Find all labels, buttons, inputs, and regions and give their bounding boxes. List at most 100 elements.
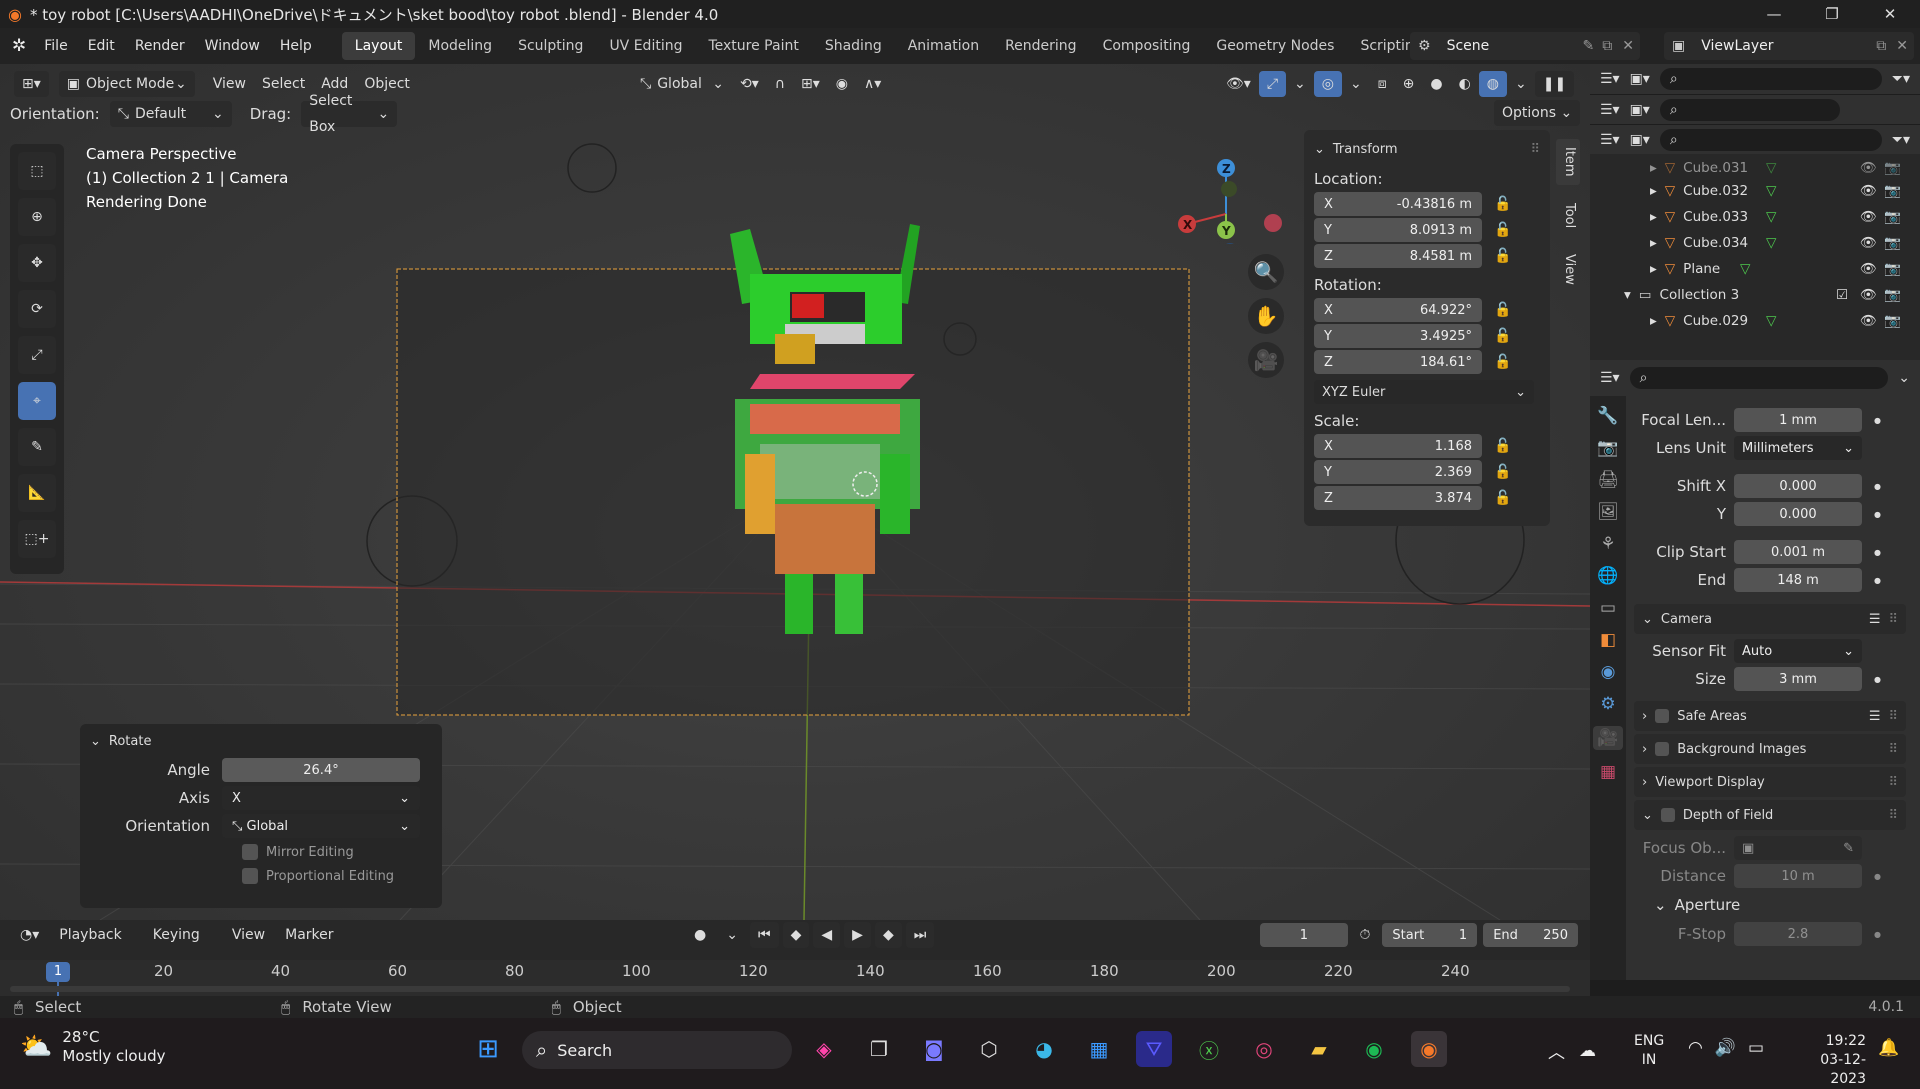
add-cube-tool-icon[interactable]: ⬚+ [18, 520, 56, 558]
falloff-icon[interactable]: ∧▾ [856, 71, 889, 97]
keyframe-dot-icon[interactable]: ● [1874, 482, 1881, 491]
view-layer-selector[interactable]: ▣ ViewLayer ⧉ ✕ [1664, 32, 1914, 60]
file-explorer-icon[interactable]: ▰ [1301, 1031, 1337, 1067]
current-frame-field[interactable]: 1 [1260, 923, 1348, 947]
shading-dropdown-icon[interactable]: ⌄ [1507, 71, 1535, 97]
view-layer-tab-icon[interactable]: 🖼 [1597, 502, 1619, 522]
spotify-icon[interactable]: ◉ [1356, 1031, 1392, 1067]
overlays-toggle-icon[interactable]: ◎ [1313, 71, 1342, 97]
keyframe-dot-icon[interactable]: ● [1874, 872, 1881, 881]
scale-z-field[interactable]: Z 3.874 [1314, 486, 1482, 510]
keyframe-dot-icon[interactable]: ● [1874, 548, 1881, 557]
physics-tab-icon[interactable]: ◉ [1601, 662, 1616, 682]
output-tab-icon[interactable]: 🖨 [1597, 470, 1619, 490]
proportional-editing-checkbox[interactable]: Proportional Editing [242, 868, 432, 884]
outliner-search-input[interactable]: ⌕ [1659, 68, 1882, 90]
instagram-icon[interactable]: ◎ [1246, 1031, 1282, 1067]
tab-sculpting[interactable]: Sculpting [505, 32, 596, 60]
rotation-mode-dropdown[interactable]: XYZ Euler ⌄ [1314, 380, 1534, 404]
object-tab-icon[interactable]: ◧ [1600, 630, 1616, 650]
next-keyframe-icon[interactable]: ◆ [874, 922, 902, 948]
checkbox-icon[interactable]: ☑ [1836, 287, 1848, 303]
focus-object-field[interactable]: ▣ ✎ [1734, 836, 1862, 860]
pivot-point-icon[interactable]: ⟲▾ [732, 71, 767, 97]
eye-icon[interactable]: 👁 [1860, 183, 1877, 199]
tab-geometry-nodes[interactable]: Geometry Nodes [1203, 32, 1347, 60]
location-z-field[interactable]: Z 8.4581 m [1314, 244, 1482, 268]
eye-icon[interactable]: 👁 [1860, 313, 1877, 329]
record-dropdown-icon[interactable]: ⌄ [718, 922, 746, 948]
outliner-item[interactable]: ▸ ▽ Cube.032 ▽ 👁 📷 [1590, 178, 1920, 204]
size-field[interactable]: 3 mm [1734, 667, 1862, 691]
taskbar-search-box[interactable]: ⌕ Search [522, 1031, 792, 1069]
rotation-y-field[interactable]: Y 3.4925° [1314, 324, 1482, 348]
texture-tab-icon[interactable]: ▦ [1600, 762, 1616, 782]
quick-settings[interactable]: ◠ 🔊 ▭ [1688, 1038, 1764, 1058]
sidebar-toggle-icon[interactable]: ❚❚ [1534, 71, 1575, 97]
lock-icon[interactable]: 🔓 [1494, 438, 1511, 454]
drag-handle-icon[interactable]: ⠿ [1888, 742, 1898, 757]
filter-icon[interactable]: ⏷▾ [1892, 132, 1910, 148]
zoom-icon[interactable]: 🔍 [1248, 254, 1284, 290]
expand-icon[interactable]: ▸ [1650, 183, 1657, 199]
drag-handle-icon[interactable]: ⠿ [1888, 808, 1898, 823]
tab-animation[interactable]: Animation [895, 32, 992, 60]
playhead[interactable]: 1 [46, 962, 70, 982]
lock-icon[interactable]: 🔓 [1494, 302, 1511, 318]
jump-end-icon[interactable]: ⏭ [905, 922, 935, 948]
scene-tab-icon[interactable]: ⚘ [1600, 534, 1615, 554]
shift-y-field[interactable]: 0.000 [1734, 502, 1862, 526]
stopwatch-icon[interactable]: ⏱ [1352, 922, 1379, 948]
camera-view-icon[interactable]: 🎥 [1248, 342, 1284, 378]
rotate-panel-header[interactable]: ⌄ Rotate [90, 730, 432, 752]
transform-orientation-dropdown[interactable]: ⤡ Global ⌄ [632, 71, 732, 97]
outliner-item[interactable]: ▸ ▽ Cube.033 ▽ 👁 📷 [1590, 204, 1920, 230]
viewport-menu-view[interactable]: View [205, 71, 254, 97]
cursor-tool-icon[interactable]: ⊕ [18, 198, 56, 236]
tab-texture-paint[interactable]: Texture Paint [695, 32, 811, 60]
edge-icon[interactable]: ◕ [1026, 1031, 1062, 1067]
start-frame-field[interactable]: Start 1 [1382, 923, 1478, 947]
rendered-shading-icon[interactable]: ◍ [1478, 71, 1507, 97]
viewport-menu-select[interactable]: Select [254, 71, 313, 97]
lock-icon[interactable]: 🔓 [1494, 464, 1511, 480]
proportional-edit-icon[interactable]: ◉ [828, 71, 856, 97]
language-indicator[interactable]: ENG IN [1634, 1032, 1664, 1070]
outliner-search-input[interactable]: ⌕ [1659, 128, 1882, 151]
timeline-scrollbar[interactable] [10, 986, 1570, 992]
move-tool-icon[interactable]: ✥ [18, 244, 56, 282]
tool-tab-icon[interactable]: 🔧 [1597, 406, 1618, 426]
display-mode-icon[interactable]: ▣▾ [1630, 132, 1650, 148]
camera-data-tab-icon[interactable]: 🎥 [1593, 726, 1623, 750]
visibility-eye-icon[interactable]: 👁▾ [1218, 71, 1259, 97]
editor-type-icon[interactable]: ☰▾ [1600, 370, 1620, 386]
navigation-gizmo[interactable]: Z X Y [1165, 144, 1285, 244]
material-shading-icon[interactable]: ◐ [1451, 71, 1479, 97]
angle-field[interactable]: 26.4° [222, 758, 420, 782]
drag-handle-icon[interactable]: ⠿ [1888, 709, 1898, 724]
list-icon[interactable]: ☰ [1869, 612, 1881, 627]
pin-icon[interactable]: ✎ [1579, 38, 1599, 54]
lock-icon[interactable]: 🔓 [1494, 354, 1511, 370]
lock-icon[interactable]: 🔓 [1494, 222, 1511, 238]
close-button[interactable]: ✕ [1861, 0, 1919, 28]
mirror-editing-checkbox[interactable]: Mirror Editing [242, 844, 432, 860]
collection-tab-icon[interactable]: ▭ [1600, 598, 1616, 618]
rotate-tool-icon[interactable]: ⟳ [18, 290, 56, 328]
transform-panel-header[interactable]: ⌄ Transform ⠿ [1314, 136, 1540, 162]
camera-render-icon[interactable]: 📷 [1884, 160, 1901, 176]
end-frame-field[interactable]: End 250 [1483, 923, 1578, 947]
drag-handle-icon[interactable]: ⠿ [1530, 142, 1540, 157]
axis-dropdown[interactable]: X ⌄ [222, 786, 420, 810]
tab-view[interactable]: View [1556, 246, 1580, 293]
camera-render-icon[interactable]: 📷 [1884, 313, 1901, 329]
timeline-menu-playback[interactable]: Playback ⌄ [51, 922, 141, 969]
gizmo-dropdown-icon[interactable]: ⌄ [1286, 71, 1314, 97]
checkbox-icon[interactable] [1655, 709, 1670, 723]
expand-icon[interactable]: ▸ [1650, 261, 1657, 277]
affinity-icon[interactable]: ⛛ [1136, 1031, 1172, 1067]
editor-type-icon[interactable]: ◔▾ [12, 922, 47, 948]
properties-search-input[interactable]: ⌕ [1629, 367, 1889, 389]
list-icon[interactable]: ☰ [1869, 709, 1881, 724]
tab-uv-editing[interactable]: UV Editing [596, 32, 695, 60]
